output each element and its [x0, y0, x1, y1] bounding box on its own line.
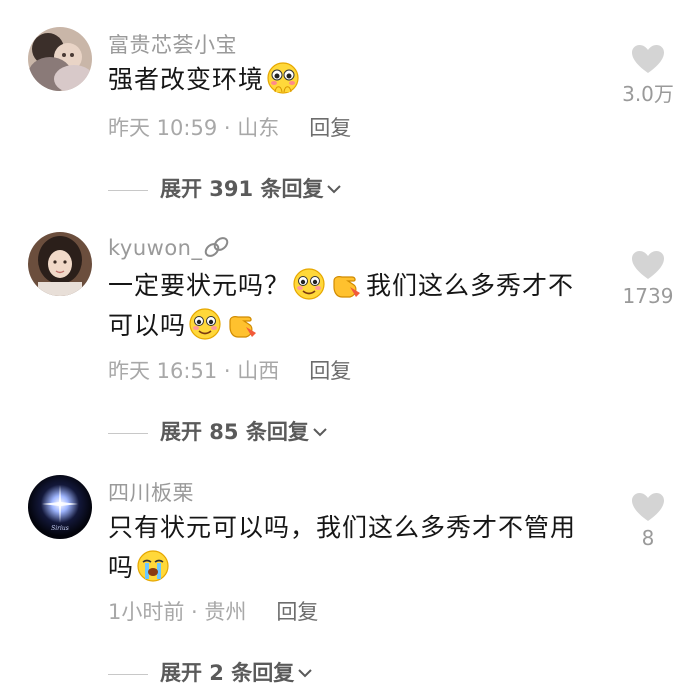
shy-face-emoji	[266, 61, 300, 95]
time-location: 1小时前 · 贵州	[108, 600, 247, 624]
expand-replies-label[interactable]: 展开 2 条回复	[160, 661, 294, 685]
expand-replies-label[interactable]: 展开 85 条回复	[160, 420, 309, 444]
heart-icon[interactable]	[631, 250, 665, 280]
heart-icon[interactable]	[631, 44, 665, 74]
like-button[interactable]: 8	[610, 492, 686, 550]
comment-text-part: 强者改变环境	[108, 65, 265, 94]
avatar-label: Sirius	[51, 525, 69, 532]
like-count: 3.0万	[622, 82, 674, 106]
like-count: 8	[641, 526, 655, 550]
chevron-down-icon[interactable]	[313, 427, 327, 437]
username-text[interactable]: kyuwon_	[108, 236, 202, 260]
comment-meta: 1小时前 · 贵州 回复	[108, 596, 318, 626]
comment-meta: 昨天 16:51 · 山西 回复	[108, 355, 351, 385]
reply-button[interactable]: 回复	[309, 116, 351, 140]
avatar[interactable]: Sirius	[28, 475, 92, 539]
avatar[interactable]	[28, 27, 92, 91]
avatar[interactable]	[28, 232, 92, 296]
expand-replies-button[interactable]: 展开 2 条回复	[108, 657, 312, 687]
like-button[interactable]: 3.0万	[610, 44, 686, 107]
expand-replies-label[interactable]: 展开 391 条回复	[160, 177, 323, 201]
comment-text-part: 只有状元可以吗，我们这么多秀才不管用	[108, 513, 577, 542]
expand-replies-button[interactable]: 展开 391 条回复	[108, 173, 342, 203]
reply-button[interactable]: 回复	[309, 359, 351, 383]
username[interactable]: 富贵芯荟小宝	[108, 29, 237, 59]
comment-meta: 昨天 10:59 · 山东 回复	[108, 112, 351, 142]
smile-face-emoji	[292, 267, 326, 301]
username[interactable]: 四川板栗	[108, 477, 194, 507]
pointing-hand-emoji	[330, 267, 364, 301]
comment-text-part: 一定要状元吗？	[108, 271, 291, 300]
comment-text: 强者改变环境	[108, 60, 598, 100]
chevron-down-icon[interactable]	[327, 184, 342, 194]
crying-face-emoji	[136, 549, 170, 583]
comment-text-part: 可以吗	[108, 311, 187, 340]
divider-line	[108, 673, 148, 675]
smile-face-emoji	[188, 307, 222, 341]
link-icon	[205, 237, 229, 257]
reply-button[interactable]: 回复	[276, 600, 318, 624]
pointing-hand-emoji	[226, 307, 260, 341]
username[interactable]: kyuwon_	[108, 235, 232, 260]
divider-line	[108, 432, 148, 434]
comment-text: 一定要状元吗？ 我们这么多秀才不可以吗	[108, 266, 598, 346]
chevron-down-icon[interactable]	[298, 668, 312, 678]
heart-icon[interactable]	[631, 492, 665, 522]
like-button[interactable]: 1739	[610, 250, 686, 308]
comment-text: 只有状元可以吗，我们这么多秀才不管用吗	[108, 508, 598, 588]
expand-replies-button[interactable]: 展开 85 条回复	[108, 416, 327, 446]
divider-line	[108, 189, 148, 191]
comment-text-part: 吗	[108, 553, 135, 582]
like-count: 1739	[622, 284, 674, 308]
time-location: 昨天 16:51 · 山西	[108, 359, 280, 383]
comment-text-part: 我们这么多秀才不	[366, 271, 575, 300]
time-location: 昨天 10:59 · 山东	[108, 116, 280, 140]
